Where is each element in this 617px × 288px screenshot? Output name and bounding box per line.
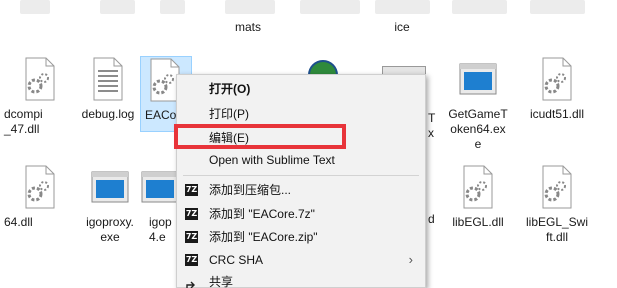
file-item[interactable]: debug.log [68, 56, 148, 122]
menu-item-label: CRC SHA [209, 253, 264, 267]
menu-item-print[interactable]: 打印(P) [177, 103, 425, 125]
file-item[interactable]: igoproxy. exe [70, 164, 150, 245]
dll-gear-icon [537, 56, 577, 102]
menu-item-label: 添加到 "EACore.zip" [209, 230, 318, 244]
menu-item-open-with-sublime[interactable]: Open with Sublime Text [177, 149, 425, 171]
file-item[interactable]: 64.dll [0, 164, 80, 230]
file-label: igoproxy. exe [86, 215, 134, 244]
top-row-faded-label [160, 0, 185, 14]
share-icon [185, 276, 197, 288]
menu-item-add-zip[interactable]: 7Z 添加到 "EACore.zip" [177, 226, 425, 248]
dll-gear-icon [537, 164, 577, 210]
file-item[interactable]: libEGL.dll [438, 164, 518, 230]
menu-item-label: 共享 [209, 275, 234, 288]
top-row-file-label[interactable]: mats [213, 20, 283, 34]
menu-item-label: 添加到 "EACore.7z" [209, 207, 315, 221]
top-row-faded-label [100, 0, 135, 14]
file-item[interactable]: GetGameT oken64.ex e [438, 56, 518, 152]
partial-file-label: x [428, 126, 434, 140]
text-file-icon [88, 56, 128, 102]
archive-icon: 7Z [185, 208, 198, 220]
file-label: 64.dll [4, 215, 33, 229]
top-row-faded-label [300, 0, 360, 14]
chevron-right-icon: › [408, 252, 413, 267]
dll-gear-icon [458, 164, 498, 210]
exe-window-icon [458, 56, 498, 102]
menu-item-label: 添加到压缩包... [209, 183, 292, 197]
file-label: debug.log [81, 107, 135, 121]
menu-item-share[interactable]: 共享 [177, 271, 425, 288]
file-label: libEGL.dll [452, 215, 504, 229]
top-row-faded-label [530, 0, 585, 14]
archive-icon: 7Z [185, 184, 198, 196]
annotation-highlight-box [174, 124, 346, 149]
desktop-file-view: mats ice dcompi _47.dll debug.log EACo T… [0, 0, 617, 288]
menu-item-add-7z[interactable]: 7Z 添加到 "EACore.7z" [177, 203, 425, 225]
file-label: igop 4.e [149, 215, 172, 244]
menu-item-open[interactable]: 打开(O) [177, 78, 425, 100]
file-label: GetGameT oken64.ex e [448, 107, 508, 151]
top-row-faded-label [225, 0, 275, 14]
menu-item-crc-sha[interactable]: 7Z CRC SHA › [177, 249, 425, 271]
archive-icon: 7Z [185, 231, 198, 243]
file-label: icudt51.dll [529, 107, 585, 121]
archive-icon: 7Z [185, 254, 198, 266]
dll-gear-icon [20, 56, 60, 102]
top-row-faded-label [375, 0, 430, 14]
file-item[interactable]: libEGL_Swi ft.dll [517, 164, 597, 245]
partial-file-label: d [428, 212, 435, 226]
dll-gear-icon [20, 164, 60, 210]
menu-separator [183, 175, 419, 176]
partial-file-label: T [428, 111, 436, 125]
file-item[interactable]: igop 4.e [140, 164, 180, 245]
exe-window-icon [90, 164, 130, 210]
context-menu: 打开(O) 打印(P) 编辑(E) Open with Sublime Text… [176, 74, 426, 288]
file-item[interactable]: icudt51.dll [517, 56, 597, 122]
menu-item-add-to-archive[interactable]: 7Z 添加到压缩包... [177, 179, 425, 201]
top-row-faded-label [20, 0, 50, 14]
top-row-faded-label [452, 0, 507, 14]
top-row-file-label[interactable]: ice [367, 20, 437, 34]
file-label: libEGL_Swi ft.dll [525, 215, 589, 244]
exe-window-icon [140, 164, 180, 210]
